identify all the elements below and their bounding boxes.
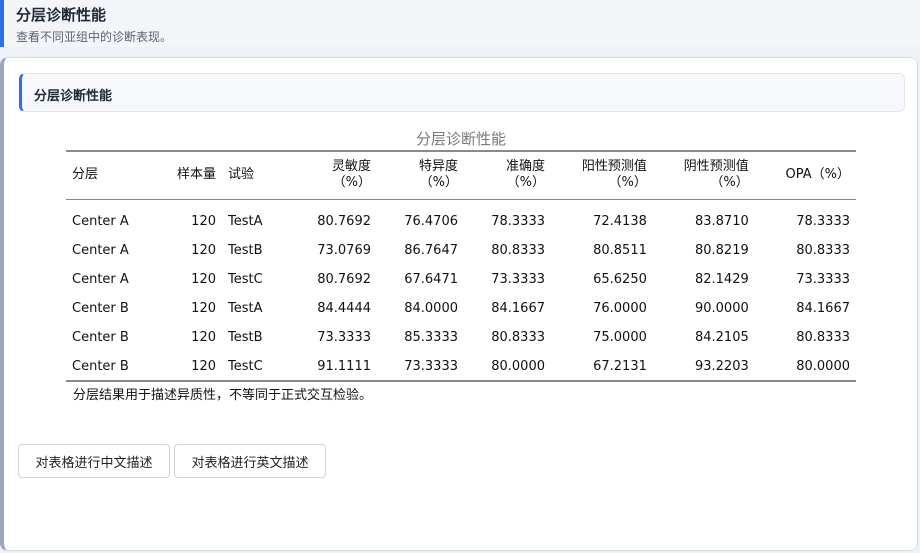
- cell-col-sample-size: 120: [191, 214, 216, 230]
- cell-col-sample-size: 120: [191, 243, 216, 258]
- cell-col-ppv: 75.0000: [593, 330, 647, 345]
- section-title: 分层诊断性能: [34, 89, 113, 104]
- table-row: Center B 120 TestB 73.3333 85.3333 80.8333 75.…: [66, 323, 856, 352]
- cell-col-opa: 78.3333: [796, 214, 850, 230]
- cell-col-opa: 73.3333: [796, 272, 850, 287]
- cell-col-accuracy: 80.0000: [491, 358, 545, 374]
- table-body: Center A 120 TestA 80.7692 76.4706 78.3333 72.…: [66, 199, 856, 381]
- cell-col-ppv: 76.0000: [593, 301, 647, 316]
- cell-col-test: TestA: [228, 214, 263, 230]
- header-col-sample-size: 样本量: [166, 151, 222, 200]
- stratified-performance-table: 分层 样本量 试验 灵敏度 （%） 特异度 （%） 准确度 （%） 阳性预测值 （%） 阴性预…: [66, 150, 856, 382]
- describe-english-button[interactable]: 对表格进行英文描述: [174, 444, 326, 478]
- cell-col-sample-size: 120: [191, 272, 216, 287]
- table-caption: 分层诊断性能: [415, 130, 506, 148]
- cell-col-npv: 82.1429: [694, 272, 749, 287]
- cell-col-specificity: 85.3333: [404, 330, 458, 345]
- table-row: Center A 120 TestA 80.7692 76.4706 78.3333 72.…: [66, 199, 856, 236]
- cell-col-test: TestB: [228, 330, 263, 345]
- table-header-row: 分层 样本量 试验 灵敏度 （%） 特异度 （%） 准确度 （%） 阳性预测值 （%） 阴性预…: [66, 151, 856, 200]
- header-col-accuracy: 准确度 （%）: [464, 151, 551, 200]
- cell-col-specificity: 73.3333: [404, 358, 458, 374]
- page-header: 分层诊断性能 查看不同亚组中的诊断表现。: [0, 0, 920, 47]
- table-row: Center B 120 TestC 91.1111 73.3333 80.0000 67.…: [66, 352, 856, 381]
- cell-col-ppv: 72.4138: [593, 214, 647, 230]
- cell-col-npv: 90.0000: [694, 301, 749, 316]
- cell-col-layer: Center A: [72, 272, 129, 287]
- cell-col-test: TestC: [228, 272, 263, 287]
- cell-col-npv: 93.2203: [694, 358, 749, 374]
- cell-col-accuracy: 78.3333: [491, 214, 545, 230]
- section-header: 分层诊断性能: [19, 73, 905, 112]
- page-subtitle: 查看不同亚组中的诊断表现。: [16, 30, 173, 44]
- cell-col-opa: 80.0000: [796, 358, 850, 374]
- results-card: 分层诊断性能 分层诊断性能 分层 样本量 试验 灵敏度 （%） 特异度 （%） 准确度 （…: [0, 57, 918, 551]
- header-col-test: 试验: [222, 151, 290, 200]
- cell-col-npv: 80.8219: [694, 243, 749, 258]
- cell-col-accuracy: 84.1667: [491, 301, 545, 316]
- cell-col-sensitivity: 73.0769: [317, 243, 371, 258]
- cell-col-layer: Center A: [72, 243, 129, 258]
- cell-col-sample-size: 120: [191, 330, 216, 345]
- header-col-specificity: 特异度 （%）: [377, 151, 464, 200]
- header-col-npv: 阴性预测值 （%）: [652, 151, 755, 200]
- describe-chinese-button[interactable]: 对表格进行中文描述: [18, 444, 170, 478]
- cell-col-layer: Center B: [72, 301, 129, 316]
- header-col-ppv: 阳性预测值 （%）: [551, 151, 653, 200]
- header-col-opa: OPA（%）: [754, 151, 856, 200]
- cell-col-ppv: 80.8511: [593, 243, 647, 258]
- cell-col-sample-size: 120: [191, 358, 216, 374]
- cell-col-specificity: 84.0000: [404, 301, 458, 316]
- cell-col-sensitivity: 80.7692: [317, 272, 371, 287]
- cell-col-layer: Center B: [72, 330, 129, 345]
- table-footnote: 分层结果用于描述异质性，不等同于正式交互检验。: [73, 388, 373, 403]
- cell-col-test: TestA: [228, 301, 263, 316]
- cell-col-specificity: 86.7647: [404, 243, 458, 258]
- cell-col-opa: 80.8333: [796, 243, 850, 258]
- table-row: Center B 120 TestA 84.4444 84.0000 84.1667 76.…: [66, 294, 856, 323]
- cell-col-sensitivity: 91.1111: [317, 358, 371, 374]
- cell-col-accuracy: 80.8333: [491, 330, 545, 345]
- cell-col-sensitivity: 84.4444: [317, 301, 371, 316]
- cell-col-specificity: 76.4706: [404, 214, 458, 230]
- cell-col-layer: Center A: [72, 214, 129, 230]
- header-col-layer: 分层: [66, 151, 166, 200]
- cell-col-specificity: 67.6471: [404, 272, 458, 287]
- table-row: Center A 120 TestC 80.7692 67.6471 73.3333 65.…: [66, 265, 856, 294]
- cell-col-sensitivity: 73.3333: [317, 330, 371, 345]
- cell-col-accuracy: 73.3333: [491, 272, 545, 287]
- cell-col-npv: 84.2105: [694, 330, 749, 345]
- cell-col-sample-size: 120: [191, 301, 216, 316]
- cell-col-ppv: 65.6250: [593, 272, 647, 287]
- page-title: 分层诊断性能: [16, 6, 107, 24]
- cell-col-accuracy: 80.8333: [491, 243, 545, 258]
- cell-col-test: TestC: [228, 358, 263, 374]
- cell-col-ppv: 67.2131: [593, 358, 647, 374]
- cell-col-test: TestB: [228, 243, 263, 258]
- table-row: Center A 120 TestB 73.0769 86.7647 80.8333 80.…: [66, 236, 856, 265]
- cell-col-opa: 80.8333: [796, 330, 850, 345]
- cell-col-sensitivity: 80.7692: [317, 214, 371, 230]
- cell-col-layer: Center B: [72, 358, 129, 374]
- cell-col-opa: 84.1667: [796, 301, 850, 316]
- header-col-sensitivity: 灵敏度 （%）: [290, 151, 377, 200]
- cell-col-npv: 83.8710: [694, 214, 749, 230]
